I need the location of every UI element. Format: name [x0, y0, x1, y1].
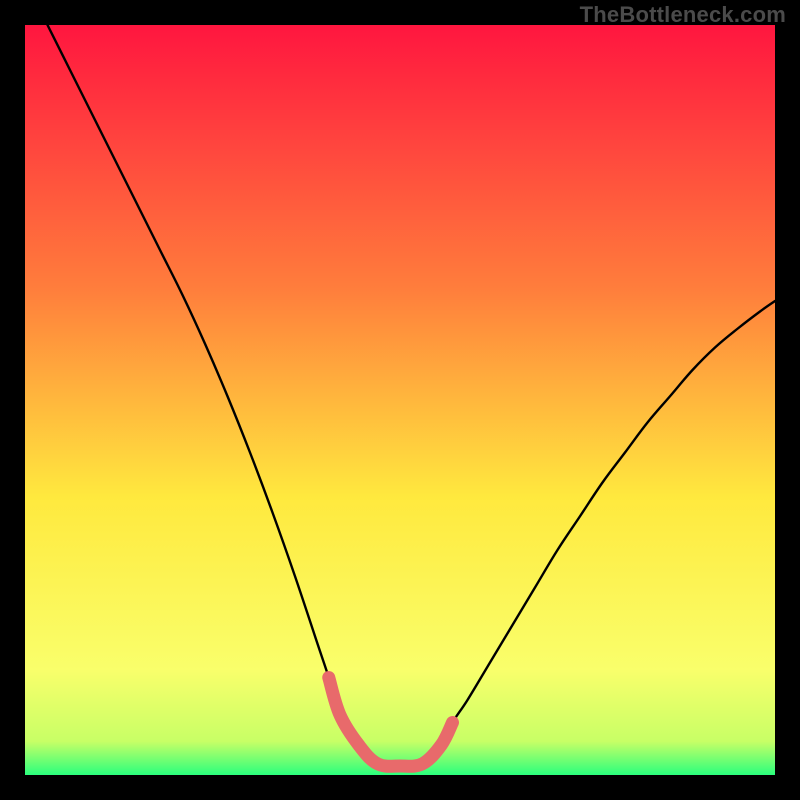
bottleneck-chart	[25, 25, 775, 775]
plot-area	[25, 25, 775, 775]
chart-frame: TheBottleneck.com	[0, 0, 800, 800]
gradient-background	[25, 25, 775, 775]
